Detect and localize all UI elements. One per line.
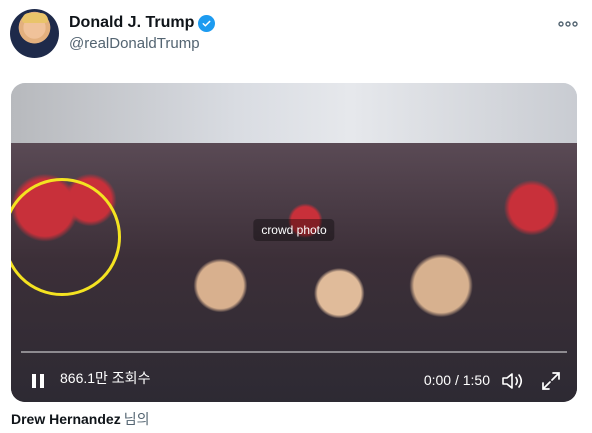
video-player[interactable]: crowd photo 866.1만 조회수 0:00 / 1:50: [11, 83, 577, 402]
name-row: Donald J. Trump: [69, 14, 216, 32]
account-handle[interactable]: @realDonaldTrump: [69, 35, 200, 52]
pause-icon[interactable]: [29, 372, 47, 390]
verified-icon: [198, 14, 216, 32]
credit-author[interactable]: Drew Hernandez: [11, 411, 121, 427]
display-name[interactable]: Donald J. Trump: [69, 14, 194, 32]
volume-icon[interactable]: [501, 371, 525, 391]
fullscreen-icon[interactable]: [541, 371, 561, 391]
view-count: 866.1만 조회수: [60, 370, 151, 386]
more-icon[interactable]: [558, 14, 578, 31]
profile-avatar[interactable]: [10, 9, 59, 58]
video-credit: Drew Hernandez 님의: [11, 409, 149, 429]
progress-bar[interactable]: [21, 351, 567, 353]
credit-suffix: 님의: [123, 411, 150, 427]
image-placeholder: crowd photo: [253, 218, 335, 241]
time-display: 0:00 / 1:50: [423, 372, 490, 388]
